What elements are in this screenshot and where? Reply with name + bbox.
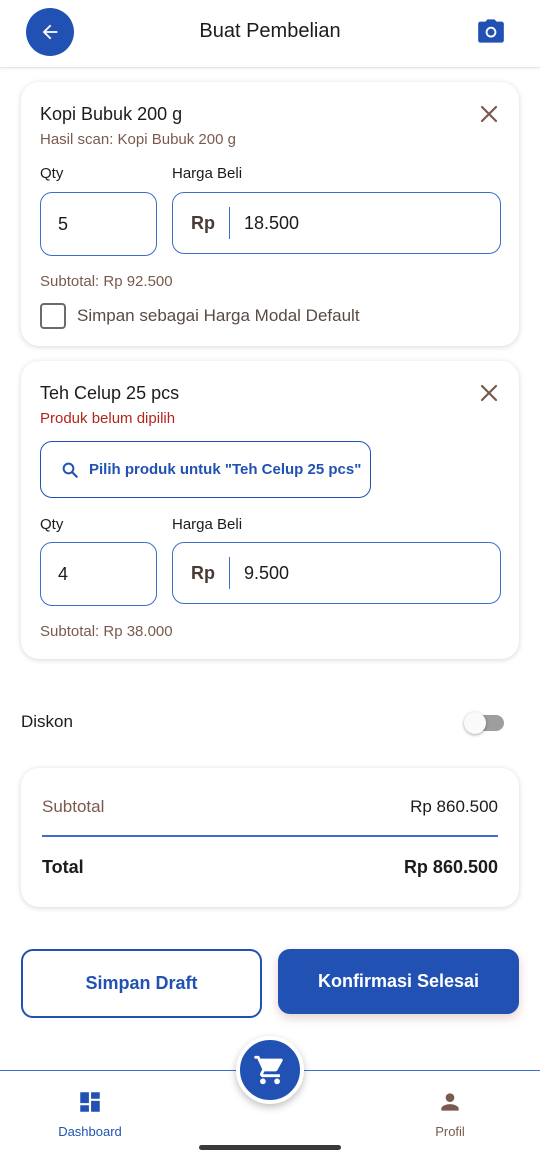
camera-icon (478, 19, 504, 43)
search-icon (62, 462, 78, 478)
price-label: Harga Beli (172, 516, 243, 533)
summary-total-value: Rp 860.500 (403, 857, 498, 877)
price-value: 9.500 (244, 562, 290, 583)
summary-card: Subtotal Rp 860.500 Total Rp 860.500 (21, 768, 519, 907)
nav-profil-label: Profil (435, 1124, 465, 1139)
qty-value: 5 (58, 213, 69, 234)
close-icon (480, 105, 498, 123)
pick-product-button[interactable]: Pilih produk untuk "Teh Celup 25 pcs" (40, 441, 371, 498)
summary-divider (42, 835, 498, 837)
remove-item-button[interactable] (477, 102, 501, 126)
summary-subtotal-value: Rp 860.500 (410, 797, 498, 816)
purchase-item-card: Teh Celup 25 pcs Produk belum dipilih Pi… (21, 361, 519, 659)
close-icon (480, 384, 498, 402)
app-header: Buat Pembelian (0, 0, 540, 68)
discount-label: Diskon (21, 712, 73, 731)
cart-icon (254, 1055, 283, 1085)
pick-product-label: Pilih produk untuk "Teh Celup 25 pcs" (89, 461, 362, 478)
nav-profil[interactable]: Profil (405, 1089, 495, 1139)
qty-input[interactable]: 5 (40, 192, 157, 256)
price-input[interactable]: Rp 9.500 (172, 542, 501, 604)
default-cost-checkbox-label[interactable]: Simpan sebagai Harga Modal Default (77, 306, 360, 326)
nav-dashboard[interactable]: Dashboard (45, 1089, 135, 1139)
nav-dashboard-label: Dashboard (58, 1124, 122, 1139)
toggle-thumb (464, 712, 486, 734)
cart-fab-button[interactable] (236, 1036, 304, 1104)
discount-toggle[interactable] (464, 712, 504, 734)
summary-subtotal-label: Subtotal (42, 797, 105, 816)
camera-button[interactable] (476, 16, 506, 46)
purchase-item-card: Kopi Bubuk 200 g Hasil scan: Kopi Bubuk … (21, 82, 519, 346)
save-draft-button[interactable]: Simpan Draft (21, 949, 262, 1018)
price-label: Harga Beli (172, 165, 243, 182)
product-not-selected-error: Produk belum dipilih (40, 410, 176, 427)
page-title: Buat Pembelian (199, 20, 341, 42)
currency-prefix: Rp (191, 557, 230, 589)
person-icon (441, 1093, 459, 1111)
remove-item-button[interactable] (477, 381, 501, 405)
currency-prefix: Rp (191, 207, 230, 239)
qty-label: Qty (40, 165, 64, 182)
summary-total-label: Total (42, 857, 84, 877)
item-subtotal: Subtotal: Rp 38.000 (40, 623, 173, 640)
qty-input[interactable]: 4 (40, 542, 157, 606)
dashboard-icon (80, 1092, 100, 1112)
default-cost-checkbox[interactable] (40, 303, 66, 329)
scan-result-text: Hasil scan: Kopi Bubuk 200 g (40, 131, 236, 148)
confirm-finish-button[interactable]: Konfirmasi Selesai (278, 949, 519, 1014)
item-subtotal: Subtotal: Rp 92.500 (40, 273, 173, 290)
price-input[interactable]: Rp 18.500 (172, 192, 501, 254)
product-name: Teh Celup 25 pcs (40, 383, 180, 403)
qty-value: 4 (58, 563, 69, 584)
home-indicator (199, 1145, 341, 1150)
qty-label: Qty (40, 516, 64, 533)
price-value: 18.500 (244, 212, 300, 233)
product-name: Kopi Bubuk 200 g (40, 104, 183, 124)
